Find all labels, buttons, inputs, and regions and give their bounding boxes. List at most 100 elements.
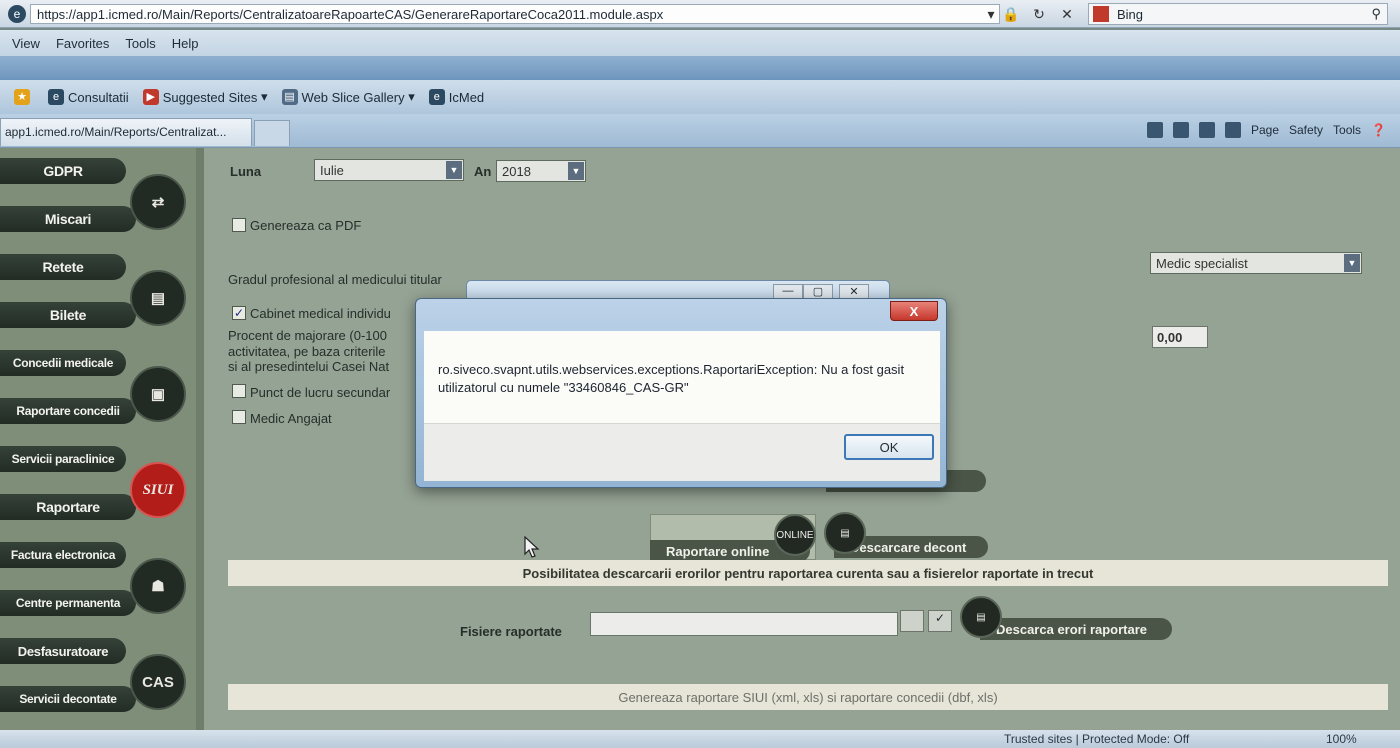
sidebar-item-factura-electronica[interactable]: Factura electronica xyxy=(0,542,126,568)
punct-checkbox[interactable] xyxy=(232,384,246,398)
luna-label: Luna xyxy=(230,164,262,179)
zoom-level[interactable]: 100% xyxy=(1326,732,1357,746)
stop-icon[interactable]: ✕ xyxy=(1056,4,1078,24)
ok-button[interactable]: OK xyxy=(844,434,934,460)
mouse-cursor-icon xyxy=(524,536,540,558)
menu-view[interactable]: View xyxy=(12,36,40,51)
suggested-sites-icon: ▶ xyxy=(142,89,159,105)
angajat-label: Medic Angajat xyxy=(250,411,332,426)
dialog-message: ro.siveco.svapnt.utils.webservices.excep… xyxy=(424,331,940,423)
fav-label: Web Slice Gallery xyxy=(301,89,405,105)
descarca-erori-button[interactable]: Descarca erori raportare xyxy=(980,618,1172,640)
sidebar-item-raportare-concedii[interactable]: Raportare concedii xyxy=(0,398,136,424)
sidebar-item-concedii-medicale[interactable]: Concedii medicale xyxy=(0,350,126,376)
browse-icon[interactable] xyxy=(900,610,924,632)
dropdown-arrow-icon[interactable]: ▾ xyxy=(980,4,1002,24)
star-icon: ★ xyxy=(14,89,30,105)
favorites-star[interactable]: ★ xyxy=(14,89,34,105)
lock-icon[interactable]: 🔒 xyxy=(1000,4,1022,24)
chevron-down-icon: ▼ xyxy=(1344,254,1360,272)
cabinet-checkbox[interactable]: ✓ xyxy=(232,306,246,320)
cmd-safety[interactable]: Safety xyxy=(1289,123,1323,137)
fav-label: Consultatii xyxy=(68,89,129,105)
search-engine-label: Bing xyxy=(1117,6,1144,22)
sidebar-item-servicii-paraclinice[interactable]: Servicii paraclinice xyxy=(0,446,126,472)
an-value: 2018 xyxy=(502,164,531,179)
status-text: Trusted sites | Protected Mode: Off xyxy=(1004,732,1190,746)
procent-text-3: si al presedintelui Casei Nat xyxy=(228,359,390,374)
tab-bar: app1.icmed.ro/Main/Reports/Centralizat..… xyxy=(0,114,1400,148)
address-bar-row: e https://app1.icmed.ro/Main/Reports/Cen… xyxy=(0,0,1400,28)
menu-favorites[interactable]: Favorites xyxy=(56,36,109,51)
check-icon[interactable]: ✓ xyxy=(928,610,952,632)
sidebar-item-miscari[interactable]: Miscari xyxy=(0,206,136,232)
feeds-icon[interactable] xyxy=(1172,122,1189,138)
document-icon[interactable]: ▤ xyxy=(960,596,1002,638)
cas-badge[interactable]: CAS xyxy=(130,654,186,710)
bottom-strip: Genereaza raportare SIUI (xml, xls) si r… xyxy=(228,684,1388,710)
fav-suggested-sites[interactable]: ▶ Suggested Sites ▾ xyxy=(142,89,268,105)
pdf-label: Genereaza ca PDF xyxy=(250,218,362,233)
fav-label: Suggested Sites xyxy=(162,89,258,105)
grad-label: Gradul profesional al medicului titular xyxy=(228,272,442,287)
sidebar-item-servicii-decontate[interactable]: Servicii decontate xyxy=(0,686,136,712)
refresh-icon[interactable]: ↻ xyxy=(1028,4,1050,24)
search-input[interactable]: Bing ⚲ xyxy=(1088,3,1388,25)
cmd-tools[interactable]: Tools xyxy=(1333,123,1361,137)
dialog-footer: OK xyxy=(424,423,940,481)
document-icon[interactable]: ▤ xyxy=(824,512,866,554)
chevron-down-icon: ▼ xyxy=(568,162,584,180)
sidebar-item-gdpr[interactable]: GDPR xyxy=(0,158,126,184)
online-badge[interactable]: ONLINE xyxy=(774,514,816,556)
sidebar-item-retete[interactable]: Retete xyxy=(0,254,126,280)
sidebar-item-centre-permanenta[interactable]: Centre permanenta xyxy=(0,590,136,616)
dialog-message-line-2: utilizatorul cu numele "33460846_CAS-GR" xyxy=(438,380,689,395)
grad-select[interactable]: Medic specialist ▼ xyxy=(1150,252,1362,274)
favorites-bar: ★ e Consultatii ▶ Suggested Sites ▾ ▤ Web S… xyxy=(0,80,1400,114)
pdf-checkbox[interactable] xyxy=(232,218,246,232)
home-icon[interactable] xyxy=(1146,122,1163,138)
hospital-icon[interactable]: ☗ xyxy=(130,558,186,614)
movement-icon[interactable]: ⇄ xyxy=(130,174,186,230)
cabinet-label: Cabinet medical individu xyxy=(250,306,391,321)
menu-help[interactable]: Help xyxy=(172,36,199,51)
an-select[interactable]: 2018 ▼ xyxy=(496,160,586,182)
globe-icon: e xyxy=(428,89,445,105)
sidebar-item-bilete[interactable]: Bilete xyxy=(0,302,136,328)
ie-favicon-icon: e xyxy=(8,4,26,23)
leave-icon[interactable]: ▣ xyxy=(130,366,186,422)
sidebar-item-raportare[interactable]: Raportare xyxy=(0,494,136,520)
siui-badge[interactable]: SIUI xyxy=(130,462,186,518)
mail-icon[interactable] xyxy=(1198,122,1215,138)
address-input[interactable]: https://app1.icmed.ro/Main/Reports/Centr… xyxy=(30,4,1000,24)
tab-current[interactable]: app1.icmed.ro/Main/Reports/Centralizat..… xyxy=(0,118,252,146)
dialog-message-line-1: ro.siveco.svapnt.utils.webservices.excep… xyxy=(438,362,905,377)
fav-consultatii[interactable]: e Consultatii xyxy=(48,89,129,105)
search-icon[interactable]: ⚲ xyxy=(1371,6,1381,22)
menu-tools[interactable]: Tools xyxy=(125,36,155,51)
globe-icon: e xyxy=(48,89,64,105)
bing-logo-icon xyxy=(1093,6,1109,22)
angajat-checkbox[interactable] xyxy=(232,410,246,424)
help-icon[interactable]: ❓ xyxy=(1371,123,1386,137)
luna-value: Iulie xyxy=(320,163,344,178)
sidebar-divider xyxy=(196,148,204,730)
command-bar: Page Safety Tools ❓ xyxy=(1146,122,1386,138)
procent-text-1: Procent de majorare (0-100 xyxy=(228,328,387,343)
punct-label: Punct de lucru secundar xyxy=(250,385,391,400)
cmd-page[interactable]: Page xyxy=(1251,123,1279,137)
chrome-spacer xyxy=(0,56,1400,80)
sidebar: GDPR Miscari ⇄ Retete Bilete ▤ Concedii … xyxy=(0,148,196,730)
close-icon[interactable]: X xyxy=(890,301,938,321)
fisiere-input[interactable] xyxy=(590,612,898,636)
new-tab-button[interactable] xyxy=(254,120,290,146)
print-icon[interactable] xyxy=(1224,122,1241,138)
fav-icmed[interactable]: e IcMed xyxy=(428,89,485,105)
prescription-icon[interactable]: ▤ xyxy=(130,270,186,326)
luna-select[interactable]: Iulie ▼ xyxy=(314,159,464,181)
fav-web-slice-gallery[interactable]: ▤ Web Slice Gallery ▾ xyxy=(281,89,415,105)
fav-label: IcMed xyxy=(448,89,485,105)
sidebar-item-desfasuratoare[interactable]: Desfasuratoare xyxy=(0,638,126,664)
menu-bar: View Favorites Tools Help xyxy=(0,30,1400,56)
procent-input[interactable]: 0,00 xyxy=(1152,326,1208,348)
